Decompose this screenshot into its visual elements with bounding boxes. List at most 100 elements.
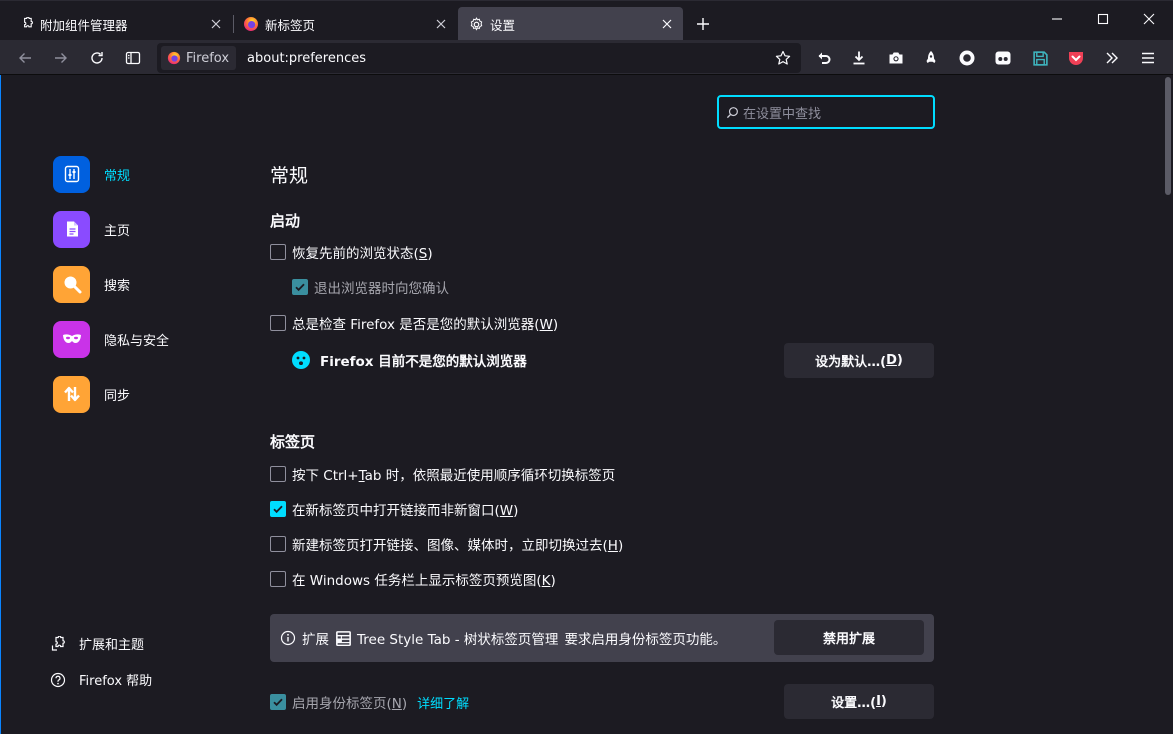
preferences-page: 在设置中查找 常规 主页 搜索 隐私与安全 同步 扩展和主题 Firefox 帮… [0, 75, 1173, 734]
new-tab-button[interactable] [692, 13, 714, 35]
search-placeholder: 在设置中查找 [743, 106, 822, 122]
home-page-icon [53, 210, 90, 248]
circle-icon[interactable] [955, 46, 979, 70]
disable-extension-button[interactable]: 禁用扩展 [774, 620, 924, 655]
checkmark-icon [273, 505, 283, 514]
checkmark-icon [295, 283, 305, 292]
close-icon[interactable] [208, 16, 224, 32]
rocket-icon[interactable] [919, 46, 943, 70]
open-in-tabs-checkbox-row[interactable]: 在新标签页中打开链接而非新窗口(W) [270, 499, 518, 519]
ctrl-tab-checkbox-row[interactable]: 按下 Ctrl+Tab 时，依照最近使用顺序循环切换标签页 [270, 464, 615, 484]
puzzle-icon [49, 635, 67, 653]
restore-session-checkbox-row[interactable]: 恢复先前的浏览状态(S) [270, 242, 433, 262]
menu-icon[interactable] [1136, 46, 1160, 70]
firefox-logo-icon [243, 16, 259, 32]
container-settings-tail: ) [880, 694, 887, 709]
container-settings-button[interactable]: 设置…(I) [784, 684, 934, 719]
taskbar-preview-checkbox-row[interactable]: 在 Windows 任务栏上显示标签页预览图(K) [270, 569, 556, 589]
firefox-logo-icon [167, 51, 181, 65]
screenshot-icon[interactable] [884, 46, 908, 70]
disable-extension-label: 禁用扩展 [822, 632, 875, 647]
maximize-icon[interactable] [1091, 7, 1115, 31]
container-settings-label: 设置…( [831, 696, 877, 711]
close-icon[interactable] [659, 16, 675, 32]
switch-to-tab-checkbox-row[interactable]: 新建标签页打开链接、图像、媒体时，立即切换过去(H) [270, 534, 623, 554]
save-icon[interactable] [1028, 46, 1052, 70]
ctrl-tab-label: 按下 Ctrl+Tab 时，依照最近使用顺序循环切换标签页 [292, 468, 616, 484]
tab-label: 新标签页 [265, 17, 316, 33]
identity-box[interactable]: Firefox [161, 46, 237, 70]
open-in-tabs-label: 在新标签页中打开链接而非新窗口(W) [292, 503, 519, 519]
checkmark-icon [273, 698, 283, 707]
scrollbar-thumb[interactable] [1165, 77, 1171, 195]
category-search[interactable]: 搜索 [53, 265, 131, 303]
ext-name: Tree Style Tab - 树状标签页管理 [357, 632, 559, 648]
check-default-checkbox[interactable] [270, 315, 286, 331]
tree-style-tab-icon [336, 630, 351, 646]
startup-heading: 启动 [270, 212, 301, 230]
page-title: 常规 [270, 165, 309, 187]
ext-prefix: 扩展 [302, 632, 329, 648]
undo-close-icon[interactable] [812, 46, 836, 70]
download-icon[interactable] [847, 46, 871, 70]
navigation-toolbar: Firefox about:preferences [0, 40, 1173, 75]
general-icon [53, 155, 90, 193]
help-icon [49, 671, 67, 689]
back-button[interactable] [13, 46, 37, 70]
url-bar[interactable]: Firefox about:preferences [157, 43, 801, 73]
tab-label: 设置 [490, 17, 516, 33]
firefox-help-label: Firefox 帮助 [79, 674, 153, 689]
sidebar-toggle-icon[interactable] [121, 46, 145, 70]
check-default-checkbox-row[interactable]: 总是检查 Firefox 是否是您的默认浏览器(W) [270, 313, 558, 333]
restore-session-label: 恢复先前的浏览状态(S) [292, 246, 433, 262]
warn-quit-checkbox[interactable] [292, 279, 308, 295]
category-label: 搜索 [104, 278, 131, 294]
warn-quit-checkbox-row[interactable]: 退出浏览器时向您确认 [292, 277, 449, 297]
open-in-tabs-checkbox[interactable] [270, 501, 286, 517]
set-default-label: 设为默认…( [815, 355, 887, 370]
forward-button[interactable] [49, 46, 73, 70]
restore-session-checkbox[interactable] [270, 244, 286, 260]
pocket-icon[interactable] [1064, 46, 1088, 70]
taskbar-preview-checkbox[interactable] [270, 571, 286, 587]
category-privacy[interactable]: 隐私与安全 [53, 320, 169, 358]
containers-label: 启用身份标签页(N) [292, 696, 408, 712]
identity-label: Firefox [186, 50, 230, 66]
containers-checkbox-row[interactable]: 启用身份标签页(N) 详细了解 [270, 692, 469, 712]
reload-button[interactable] [85, 46, 109, 70]
close-icon[interactable] [433, 16, 449, 32]
scrollbar[interactable] [1161, 75, 1173, 734]
bookmark-star-icon[interactable] [773, 48, 793, 68]
set-default-tail: ) [896, 353, 903, 368]
info-icon [280, 630, 296, 646]
category-sync[interactable]: 同步 [53, 375, 131, 413]
category-general[interactable]: 常规 [53, 155, 131, 193]
learn-more-link[interactable]: 详细了解 [417, 693, 469, 712]
firefox-help-link[interactable]: Firefox 帮助 [49, 670, 152, 689]
tab-new-tab[interactable]: 新标签页 [233, 8, 457, 40]
tabs-heading: 标签页 [270, 433, 316, 451]
containers-checkbox[interactable] [270, 694, 286, 710]
not-default-message: Firefox 目前不是您的默认浏览器 [291, 350, 527, 370]
url-text[interactable]: about:preferences [247, 51, 366, 66]
switch-to-tab-label: 新建标签页打开链接、图像、媒体时，立即切换过去(H) [292, 538, 624, 554]
tab-settings[interactable]: 设置 [458, 7, 683, 41]
warn-quit-label: 退出浏览器时向您确认 [314, 281, 449, 297]
set-default-button[interactable]: 设为默认…(D) [784, 343, 934, 378]
sync-icon [53, 375, 90, 413]
category-home[interactable]: 主页 [53, 210, 130, 248]
mask-icon[interactable] [991, 46, 1015, 70]
switch-to-tab-checkbox[interactable] [270, 536, 286, 552]
category-label: 同步 [104, 388, 131, 404]
search-input[interactable]: 在设置中查找 [717, 95, 935, 129]
ctrl-tab-checkbox[interactable] [270, 466, 286, 482]
addons-themes-link[interactable]: 扩展和主题 [49, 634, 144, 653]
minimize-icon[interactable] [1045, 7, 1069, 31]
overflow-chevron-icon[interactable] [1100, 46, 1124, 70]
tab-addons-manager[interactable]: 附加组件管理器 [8, 8, 232, 40]
sad-face-icon [292, 351, 310, 369]
addons-themes-label: 扩展和主题 [79, 638, 145, 653]
puzzle-icon [18, 16, 34, 32]
close-icon[interactable] [1137, 7, 1161, 31]
category-label: 常规 [104, 168, 131, 184]
